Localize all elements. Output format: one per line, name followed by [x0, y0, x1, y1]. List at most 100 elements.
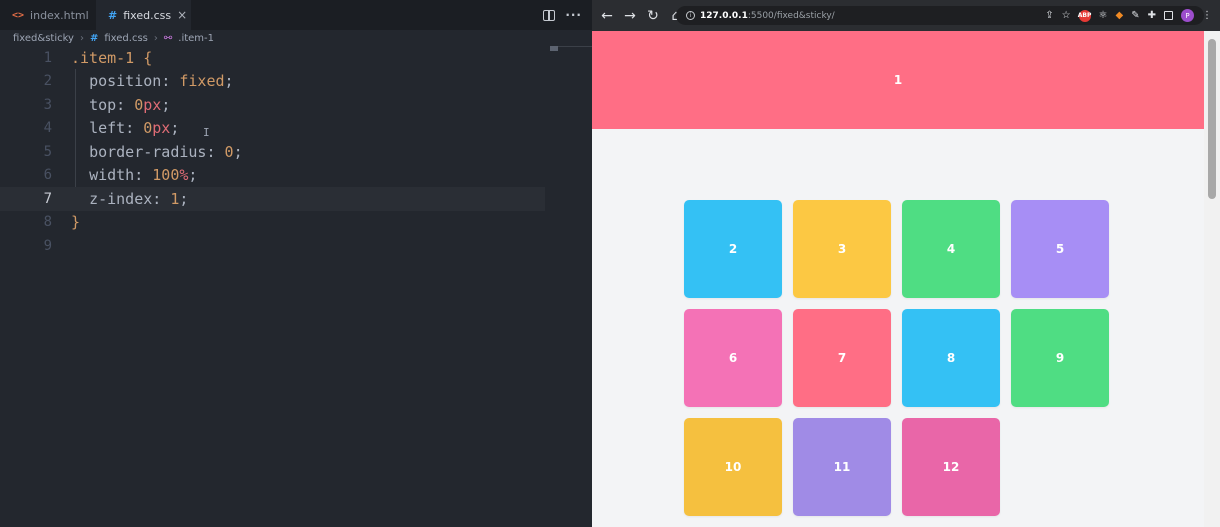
- open-brace: {: [143, 48, 153, 67]
- breadcrumb-symbol[interactable]: .item-1: [178, 33, 214, 44]
- editor-actions: ···: [543, 0, 582, 30]
- browser-menu-icon[interactable]: ⋮: [1202, 10, 1212, 21]
- grid-item: 3: [793, 200, 891, 298]
- line-number: 3: [43, 96, 52, 113]
- site-info-icon[interactable]: i: [686, 11, 695, 20]
- scrollbar-thumb[interactable]: [1208, 39, 1216, 199]
- close-brace: }: [71, 213, 81, 232]
- code-line: 3 top: 0px;: [0, 93, 592, 117]
- html-icon: <>: [12, 9, 25, 21]
- split-editor-icon[interactable]: [543, 9, 556, 21]
- react-devtools-icon[interactable]: ⚛: [1099, 10, 1108, 21]
- editor-tab-bar: <> index.html # fixed.css × ···: [0, 0, 592, 30]
- text-cursor-icon: I: [203, 126, 210, 139]
- css-property: position: [89, 72, 162, 91]
- code-line: 6 width: 100%;: [0, 164, 592, 188]
- profile-avatar[interactable]: P: [1181, 9, 1194, 22]
- tab-label: index.html: [30, 8, 89, 22]
- css-value: fixed: [179, 72, 225, 91]
- code-text: }: [56, 213, 80, 231]
- code-area[interactable]: 1 .item-1 { 2 position: fixed; 3 top: 0p…: [0, 46, 592, 258]
- nav-buttons: ← → ↻ ⌂: [592, 8, 683, 24]
- code-line: 5 border-radius: 0;: [0, 140, 592, 164]
- browser-toolbar: ← → ↻ ⌂ i 127.0.0.1:5500/fixed&sticky/ ⇪…: [592, 0, 1220, 31]
- code-line: 4 left: 0px;: [0, 117, 592, 141]
- page-viewport: 1 2 3 4 5 6 7 8 9 10 11 12: [592, 31, 1204, 527]
- reload-icon[interactable]: ↻: [646, 8, 660, 24]
- breadcrumb-file[interactable]: fixed.css: [104, 33, 148, 44]
- line-number: 2: [43, 73, 52, 90]
- code-editor: <> index.html # fixed.css × ··· fixed&st…: [0, 0, 592, 527]
- grid-item: 12: [902, 418, 1000, 516]
- url-path: :5500/fixed&sticky/: [747, 10, 835, 21]
- code-text: left: 0px;: [89, 119, 180, 138]
- share-icon[interactable]: ⇪: [1045, 10, 1053, 21]
- line-number: 9: [43, 237, 52, 254]
- code-line: 9: [0, 234, 592, 258]
- css-property: z-index: [89, 189, 153, 208]
- bookmark-star-icon[interactable]: ☆: [1062, 10, 1071, 21]
- grid-item: 8: [902, 309, 1000, 407]
- pen-extension-icon[interactable]: ✎: [1131, 10, 1139, 21]
- line-number: 1: [43, 49, 52, 66]
- line-number: 5: [43, 143, 52, 160]
- code-text: .item-1 {: [56, 49, 152, 67]
- css-value: 100: [152, 166, 180, 185]
- code-line: 1 .item-1 {: [0, 46, 592, 70]
- css-property: top: [89, 95, 117, 114]
- back-arrow-icon[interactable]: ←: [600, 8, 614, 24]
- chevron-right-icon: ›: [153, 32, 158, 44]
- grid-item: 7: [793, 309, 891, 407]
- side-panel-icon[interactable]: [1164, 11, 1173, 20]
- code-line-current: 7 z-index: 1;: [0, 187, 545, 211]
- css-icon: #: [108, 8, 118, 22]
- metamask-fox-icon[interactable]: ◆: [1116, 10, 1124, 21]
- line-number: 8: [43, 214, 52, 231]
- css-value: 0: [134, 95, 144, 114]
- tab-title: # fixed.css: [108, 9, 171, 22]
- grid-item: 4: [902, 200, 1000, 298]
- browser-window: ← → ↻ ⌂ i 127.0.0.1:5500/fixed&sticky/ ⇪…: [592, 0, 1220, 527]
- symbol-class-icon: ⚯: [163, 32, 173, 44]
- code-text: z-index: 1;: [89, 189, 189, 208]
- tab-index-html[interactable]: <> index.html: [0, 0, 96, 30]
- tab-label: fixed.css: [123, 8, 172, 22]
- css-unit: px: [152, 119, 171, 138]
- adblock-plus-icon[interactable]: ABP: [1078, 9, 1091, 22]
- css-selector: .item-1: [71, 48, 135, 67]
- grid-item: 11: [793, 418, 891, 516]
- tab-fixed-css[interactable]: # fixed.css ×: [96, 0, 191, 30]
- grid-item: 5: [1011, 200, 1109, 298]
- line-number: 6: [43, 167, 52, 184]
- code-text: position: fixed;: [89, 72, 234, 91]
- code-line: 2 position: fixed;: [0, 70, 592, 94]
- items-grid: 2 3 4 5 6 7 8 9 10 11 12: [684, 200, 1109, 516]
- forward-arrow-icon[interactable]: →: [623, 8, 637, 24]
- grid-item: 10: [684, 418, 782, 516]
- close-icon[interactable]: ×: [177, 8, 187, 22]
- css-value: 0: [224, 142, 234, 161]
- grid-item: 2: [684, 200, 782, 298]
- vertical-scrollbar[interactable]: [1204, 31, 1220, 527]
- css-icon: #: [89, 32, 99, 44]
- css-property: width: [89, 166, 135, 185]
- more-actions-icon[interactable]: ···: [565, 8, 582, 22]
- grid-item: 9: [1011, 309, 1109, 407]
- code-line: 8 }: [0, 211, 592, 235]
- puzzle-extensions-icon[interactable]: ✚: [1148, 10, 1156, 21]
- css-property: border-radius: [89, 142, 207, 161]
- extensions-area: ⇪ ☆ ABP ⚛ ◆ ✎ ✚ P ⋮: [1045, 0, 1212, 31]
- line-number: 7: [43, 190, 52, 207]
- css-unit: px: [143, 95, 162, 114]
- fixed-header-item: 1: [592, 31, 1204, 129]
- css-property: left: [89, 119, 126, 138]
- code-text: width: 100%;: [89, 166, 198, 185]
- breadcrumb: fixed&sticky › # fixed.css › ⚯ .item-1: [0, 30, 592, 46]
- screen: <> index.html # fixed.css × ··· fixed&st…: [0, 0, 1220, 527]
- chevron-right-icon: ›: [79, 32, 84, 44]
- breadcrumb-folder[interactable]: fixed&sticky: [13, 33, 74, 44]
- grid-item: 6: [684, 309, 782, 407]
- line-number: 4: [43, 120, 52, 137]
- code-text: top: 0px;: [89, 95, 171, 114]
- url-host: 127.0.0.1: [700, 10, 748, 21]
